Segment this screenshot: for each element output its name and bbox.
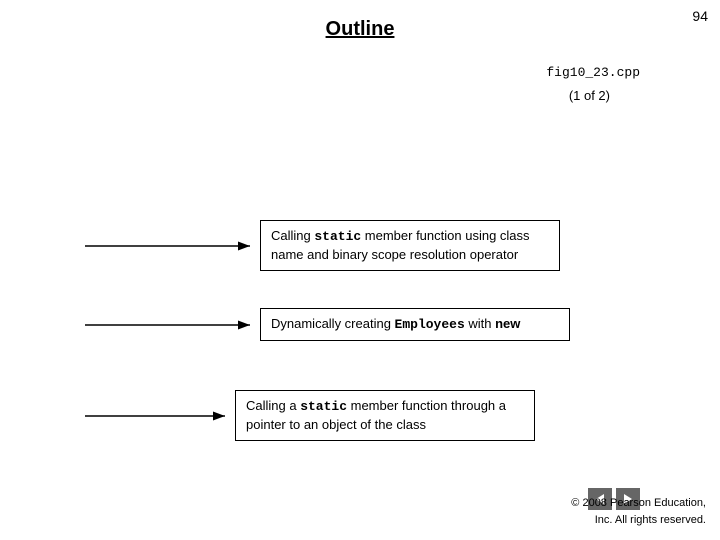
box2: Dynamically creating Employees with new bbox=[260, 308, 570, 341]
row2: Dynamically creating Employees with new bbox=[80, 308, 570, 341]
copyright: © 2008 Pearson Education,Inc. All rights… bbox=[571, 495, 706, 528]
page-number: 94 bbox=[692, 8, 708, 24]
row3: Calling a static member function through… bbox=[80, 390, 535, 441]
arrow2 bbox=[80, 310, 260, 340]
of-label: (1 of 2) bbox=[569, 88, 610, 103]
page-title: Outline bbox=[326, 18, 395, 41]
box1: Calling static member function using cla… bbox=[260, 220, 560, 271]
arrow1 bbox=[80, 231, 260, 261]
box3: Calling a static member function through… bbox=[235, 390, 535, 441]
row1: Calling static member function using cla… bbox=[80, 220, 560, 271]
arrow3 bbox=[80, 401, 235, 431]
subtitle: fig10_23.cpp bbox=[546, 65, 640, 80]
